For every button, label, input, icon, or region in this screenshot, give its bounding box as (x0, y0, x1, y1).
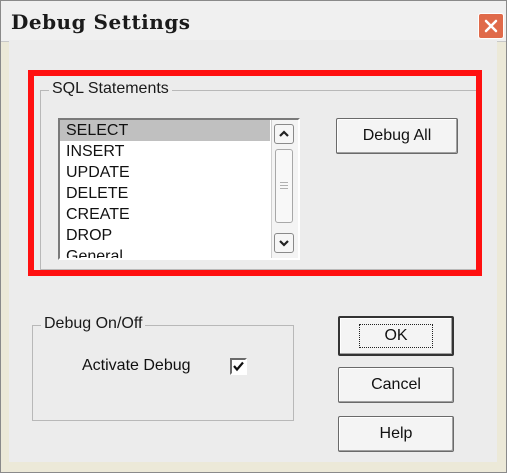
window-title: Debug Settings (11, 10, 191, 34)
cancel-button[interactable]: Cancel (338, 367, 454, 403)
title-bar[interactable]: Debug Settings (1, 1, 506, 42)
debug-all-button[interactable]: Debug All (336, 118, 458, 154)
checkmark-icon (233, 361, 244, 372)
activate-debug-checkbox[interactable] (230, 358, 247, 375)
debug-on-off-legend: Debug On/Off (41, 315, 146, 333)
help-button[interactable]: Help (338, 416, 454, 452)
ok-button[interactable]: OK (338, 316, 454, 356)
activate-debug-label: Activate Debug (82, 357, 191, 374)
highlight-box (28, 70, 482, 276)
ok-button-label: OK (359, 324, 433, 348)
close-button[interactable] (478, 13, 504, 39)
close-icon (484, 19, 498, 33)
